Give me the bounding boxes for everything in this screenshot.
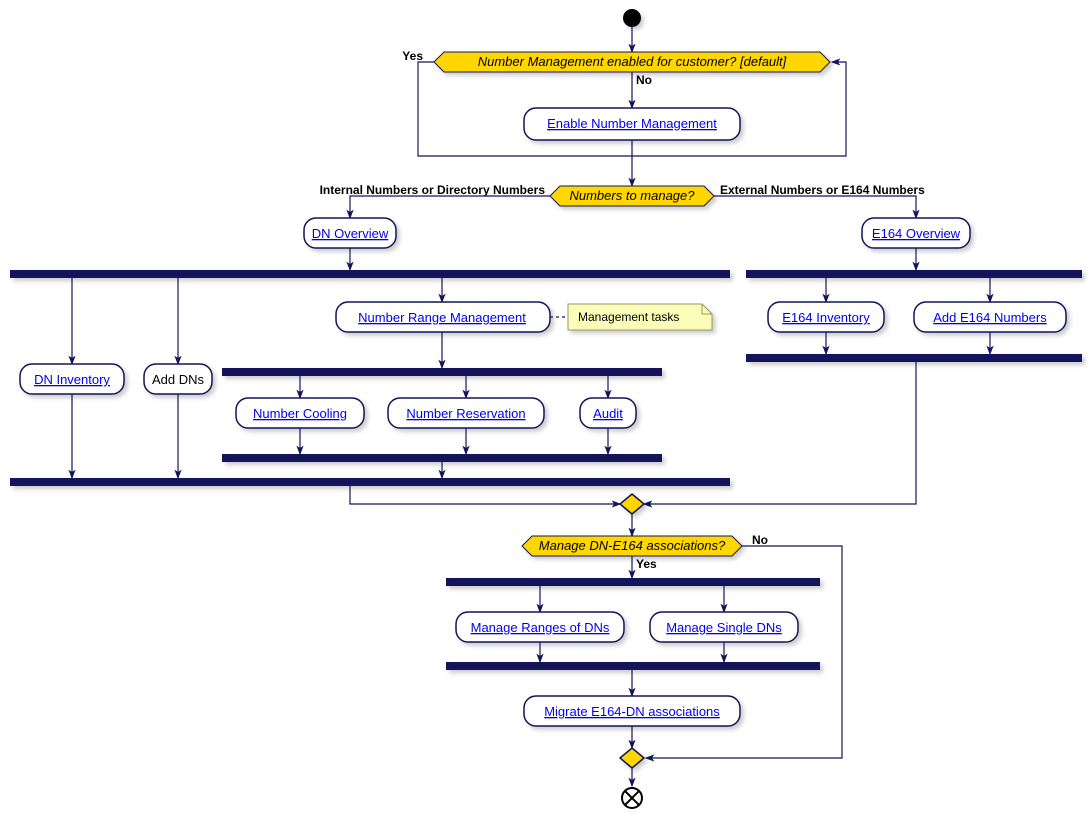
- decision-3-yes-label: Yes: [636, 557, 657, 571]
- activity-number-reservation[interactable]: Number Reservation: [388, 398, 544, 428]
- decision-3-text: Manage DN-E164 associations?: [539, 538, 726, 553]
- decision-number-management-enabled: Number Management enabled for customer? …: [434, 52, 830, 72]
- decision-1-no-label: No: [636, 73, 652, 87]
- activity-dn-overview[interactable]: DN Overview: [304, 218, 396, 248]
- decision-1-text: Number Management enabled for customer? …: [478, 54, 787, 69]
- svg-text:Management tasks: Management tasks: [578, 310, 679, 324]
- fork-bar-assoc: [446, 578, 820, 586]
- merge-diamond-2: [620, 748, 644, 768]
- fork-bar-e164: [746, 270, 1082, 278]
- decision-3-no-label: No: [752, 533, 768, 547]
- activity-add-e164[interactable]: Add E164 Numbers: [914, 302, 1066, 332]
- activity-migrate[interactable]: Migrate E164-DN associations: [524, 696, 740, 726]
- add-e164-label: Add E164 Numbers: [933, 310, 1047, 325]
- enable-nm-label: Enable Number Management: [547, 116, 717, 131]
- audit-label: Audit: [593, 406, 623, 421]
- activity-dn-inventory[interactable]: DN Inventory: [20, 364, 124, 394]
- note-mgmt-tasks: Management tasks: [568, 304, 712, 330]
- activity-e164-overview[interactable]: E164 Overview: [862, 218, 970, 248]
- add-dns-label: Add DNs: [152, 372, 205, 387]
- end-node: [622, 788, 642, 808]
- dn-overview-label: DN Overview: [312, 226, 389, 241]
- decision-manage-associations: Manage DN-E164 associations?: [522, 536, 742, 556]
- activity-enable-nm[interactable]: Enable Number Management: [524, 108, 740, 140]
- activity-manage-ranges[interactable]: Manage Ranges of DNs: [456, 612, 624, 642]
- activity-nrm[interactable]: Number Range Management: [336, 302, 550, 332]
- dn-inventory-label: DN Inventory: [34, 372, 110, 387]
- fork-bar-dn: [10, 270, 730, 278]
- activity-number-cooling[interactable]: Number Cooling: [236, 398, 364, 428]
- number-cooling-label: Number Cooling: [253, 406, 347, 421]
- nrm-label: Number Range Management: [358, 310, 526, 325]
- activity-audit[interactable]: Audit: [580, 398, 636, 428]
- decision-2-text: Numbers to manage?: [569, 188, 695, 203]
- e164-overview-label: E164 Overview: [872, 226, 961, 241]
- activity-add-dns[interactable]: Add DNs: [144, 364, 212, 394]
- merge-diamond-1: [620, 494, 644, 514]
- join-bar-assoc: [446, 662, 820, 670]
- join-bar-nrm: [222, 454, 662, 462]
- join-bar-dn: [10, 478, 730, 486]
- decision-2-right-label: External Numbers or E164 Numbers: [720, 183, 925, 197]
- activity-manage-single[interactable]: Manage Single DNs: [650, 612, 798, 642]
- decision-numbers-to-manage: Numbers to manage?: [550, 186, 714, 206]
- migrate-label: Migrate E164-DN associations: [544, 704, 720, 719]
- join-bar-e164: [746, 354, 1082, 362]
- e164-inventory-label: E164 Inventory: [782, 310, 870, 325]
- start-node: [623, 9, 641, 27]
- activity-e164-inventory[interactable]: E164 Inventory: [768, 302, 884, 332]
- number-reservation-label: Number Reservation: [406, 406, 525, 421]
- decision-1-yes-label: Yes: [402, 49, 423, 63]
- manage-single-label: Manage Single DNs: [666, 620, 782, 635]
- fork-bar-nrm: [222, 368, 662, 376]
- manage-ranges-label: Manage Ranges of DNs: [471, 620, 610, 635]
- decision-2-left-label: Internal Numbers or Directory Numbers: [320, 183, 546, 197]
